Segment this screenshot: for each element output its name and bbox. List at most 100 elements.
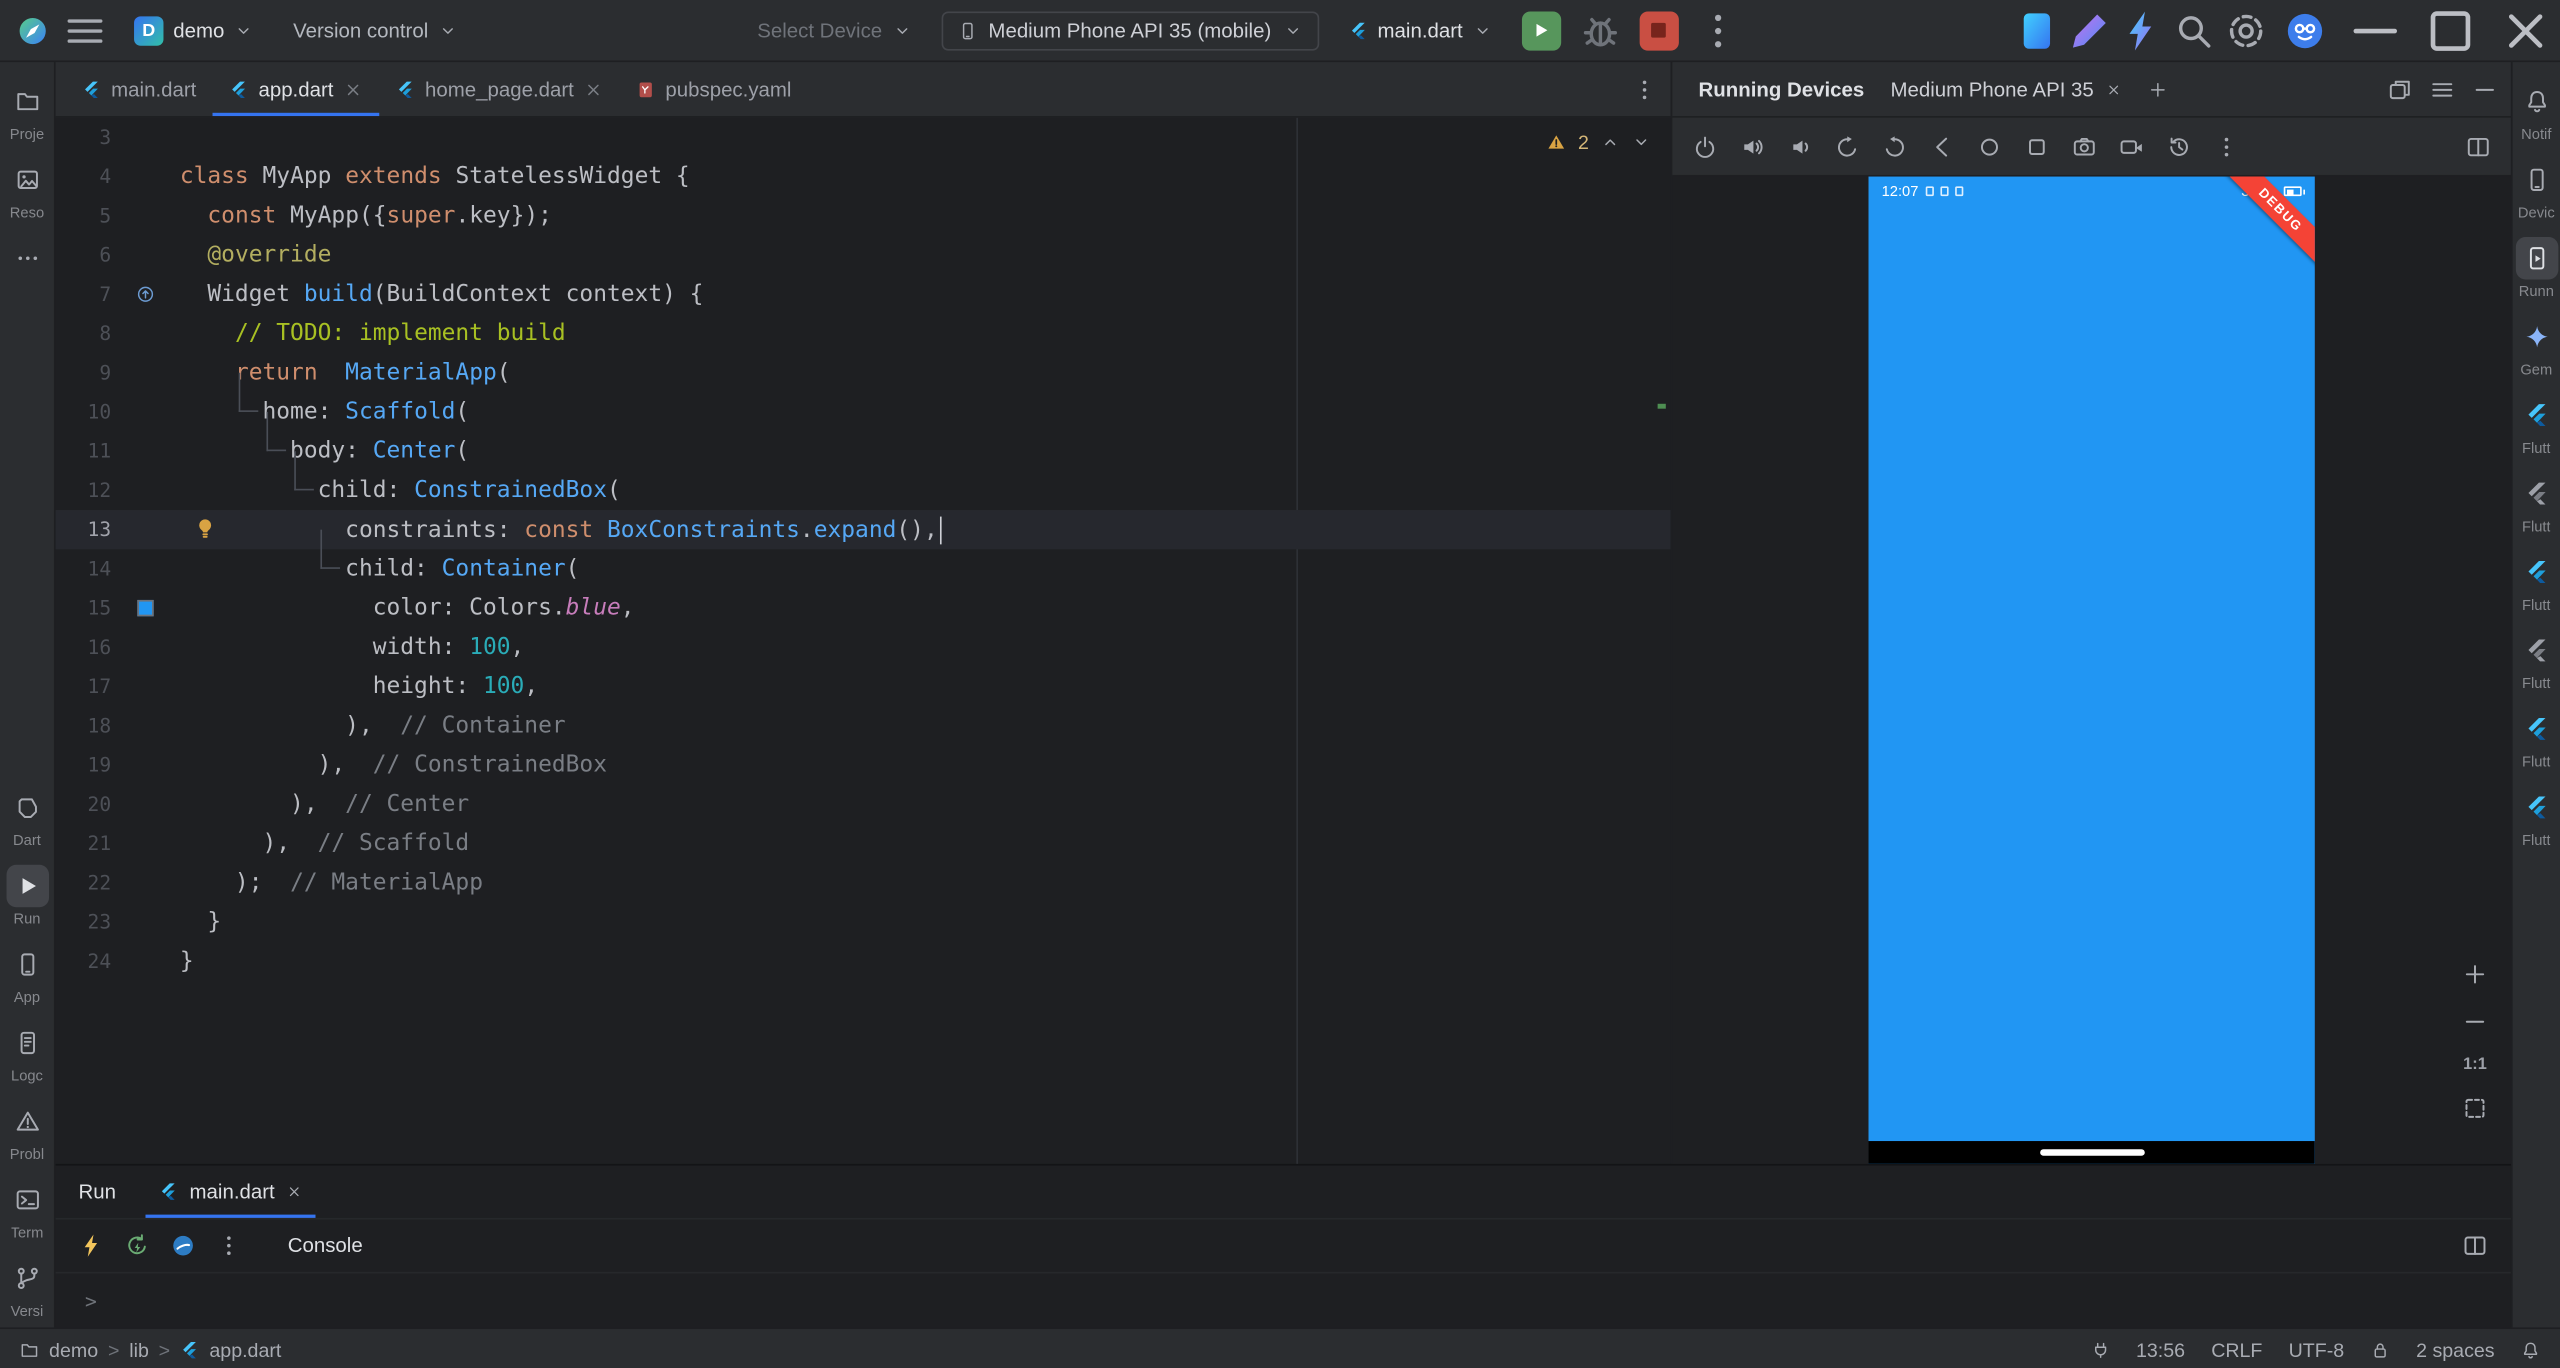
stop-button[interactable] [1639,11,1678,50]
console-tab[interactable]: Console [288,1234,363,1257]
power-save-icon[interactable] [2090,1340,2110,1360]
code-line-19[interactable]: 19 ), // ConstrainedBox [56,745,1671,784]
hot-reload-icon[interactable] [78,1233,104,1259]
code-line-10[interactable]: 10 home: Scaffold( [56,392,1671,431]
editor-tab-app.dart[interactable]: app.dart [213,62,380,116]
device-selector[interactable]: Medium Phone API 35 (mobile) [941,11,1319,50]
code-line-14[interactable]: 14 child: Container( [56,549,1671,588]
tool-window-button-project[interactable]: Proje [0,72,54,150]
settings-icon[interactable] [2223,7,2269,53]
close-icon[interactable] [286,1184,302,1200]
tool-window-button-more-tool-windows[interactable] [0,229,54,288]
window-minimize-button[interactable] [2341,0,2410,61]
tool-window-button-problems[interactable]: Probl [0,1092,54,1170]
float-window-icon[interactable] [2387,76,2413,102]
editor-tab-pubspec.yaml[interactable]: pubspec.yaml [620,62,808,116]
editor-tab-main.dart[interactable]: main.dart [65,62,212,116]
run-console[interactable]: > [56,1273,2511,1327]
rotate-right-icon[interactable] [1882,133,1908,159]
next-issue-icon[interactable] [1631,132,1651,152]
window-maximize-button[interactable] [2416,0,2485,61]
panel-options-icon[interactable] [2429,76,2455,102]
breadcrumb-item[interactable]: lib [129,1338,149,1361]
add-device-icon[interactable] [2148,79,2168,99]
flutter-app-screen[interactable] [1869,206,2315,1141]
search-icon[interactable] [2171,7,2217,53]
code-line-8[interactable]: 8 // TODO: implement build [56,314,1671,353]
zoom-out-icon[interactable] [2462,1009,2488,1035]
power-icon[interactable] [1692,133,1718,159]
debug-button[interactable] [1577,7,1623,53]
run-tab[interactable]: main.dart [145,1166,315,1218]
zoom-in-icon[interactable] [2462,961,2488,987]
intention-bulb-icon[interactable] [193,517,218,542]
override-icon[interactable] [136,284,156,304]
code-line-17[interactable]: 17 height: 100, [56,667,1671,706]
more-vert-icon[interactable] [1631,76,1657,102]
devtools-icon[interactable] [170,1233,196,1259]
rotate-left-icon[interactable] [1834,133,1860,159]
more-actions-icon[interactable] [1695,7,1741,53]
tool-window-button-dart-analysis[interactable]: Dart [0,778,54,856]
version-control-menu[interactable]: Version control [280,12,471,48]
circle-icon[interactable] [1976,133,2002,159]
code-line-22[interactable]: 22 ); // MaterialApp [56,863,1671,902]
main-menu-icon[interactable] [62,7,108,53]
code-line-4[interactable]: 4class MyApp extends StatelessWidget { [56,157,1671,196]
device-mirror-icon[interactable] [2014,7,2060,53]
tool-window-button-run[interactable]: Run [0,857,54,935]
phone-mirror[interactable]: 12:07 3G [1869,177,2315,1164]
volume-down-icon[interactable] [1787,133,1813,159]
profiler-bolt-icon[interactable] [2119,7,2165,53]
user-avatar[interactable] [2285,11,2324,50]
volume-icon[interactable] [1739,133,1765,159]
tool-window-button-app-quality-insights[interactable]: App [0,935,54,1013]
square-icon[interactable] [2024,133,2050,159]
select-device-dropdown[interactable]: Select Device [744,12,925,48]
tool-window-button-terminal[interactable]: Term [0,1170,54,1248]
run-configuration-selector[interactable]: main.dart [1335,12,1505,48]
tool-window-button-version-control[interactable]: Versi [0,1249,54,1327]
code-line-24[interactable]: 24} [56,942,1671,981]
code-line-3[interactable]: 3 [56,118,1671,157]
fit-screen-icon[interactable] [2462,1095,2488,1121]
code-line-13[interactable]: 13 constraints: const BoxConstraints.exp… [56,510,1671,549]
breadcrumb-item[interactable]: demo [49,1338,98,1361]
more-vert-icon[interactable] [2213,133,2239,159]
tool-window-button-flutter-tool-4[interactable]: Flutt [2513,621,2560,699]
tool-window-button-device-manager[interactable]: Devic [2513,150,2560,228]
code-line-6[interactable]: 6 @override [56,235,1671,274]
tool-window-button-flutter-tool-5[interactable]: Flutt [2513,700,2560,778]
tool-window-button-running-devices[interactable]: Runn [2513,229,2560,307]
file-encoding[interactable]: UTF-8 [2289,1338,2345,1361]
video-icon[interactable] [2119,133,2145,159]
color-preview-swatch[interactable] [137,600,153,616]
project-selector[interactable]: D demo [121,9,267,52]
code-line-18[interactable]: 18 ), // Container [56,706,1671,745]
code-editor[interactable]: 2 34class MyApp extends StatelessWidget … [56,118,1671,1164]
tool-window-button-flutter-outline[interactable]: Flutt [2513,386,2560,464]
code-line-9[interactable]: 9 return MaterialApp( [56,353,1671,392]
tool-window-button-notifications[interactable]: Notif [2513,72,2560,150]
device-tab[interactable]: Medium Phone API 35 [1881,62,2132,116]
code-line-20[interactable]: 20 ), // Center [56,785,1671,824]
tool-window-button-flutter-inspector[interactable]: Flutt [2513,464,2560,542]
close-icon[interactable] [2105,81,2121,97]
code-line-11[interactable]: 11 body: Center( [56,432,1671,471]
line-separator[interactable]: CRLF [2211,1338,2262,1361]
camera-icon[interactable] [2071,133,2097,159]
window-close-button[interactable] [2491,0,2560,61]
notifications-icon[interactable] [2521,1340,2541,1360]
code-line-23[interactable]: 23 } [56,902,1671,941]
caret-position[interactable]: 13:56 [2136,1338,2185,1361]
code-line-21[interactable]: 21 ), // Scaffold [56,824,1671,863]
tool-window-button-flutter-performance[interactable]: Flutt [2513,543,2560,621]
code-line-7[interactable]: 7 Widget build(BuildContext context) { [56,275,1671,314]
code-line-15[interactable]: 15 color: Colors.blue, [56,589,1671,628]
gemini-pen-icon[interactable] [2066,7,2112,53]
hot-restart-icon[interactable] [124,1233,150,1259]
tool-window-button-logcat[interactable]: Logc [0,1014,54,1092]
zoom-reset-button[interactable]: 1:1 [2463,1056,2487,1074]
code-line-16[interactable]: 16 width: 100, [56,628,1671,667]
back-icon[interactable] [1929,133,1955,159]
